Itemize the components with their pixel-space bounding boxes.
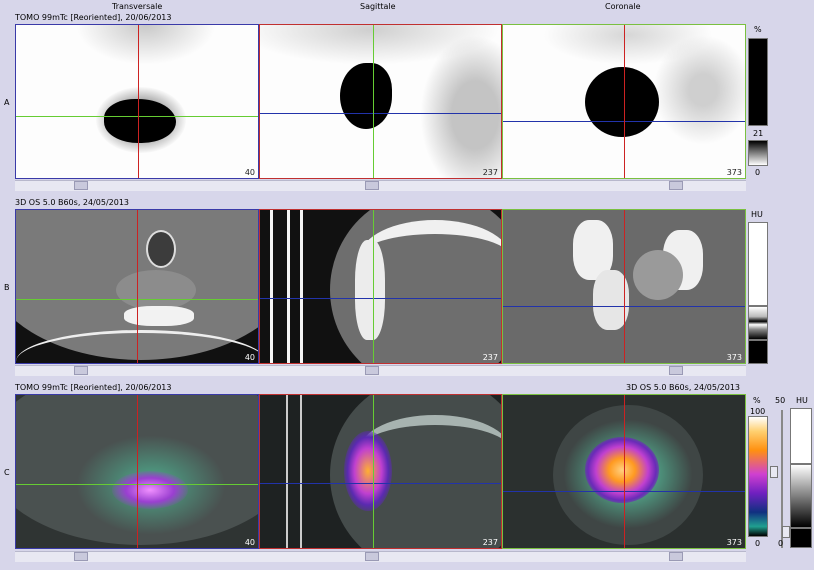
slice-index: 373 <box>726 538 742 547</box>
viewport-c-sagittal[interactable]: 237 <box>259 394 502 549</box>
scroll-thumb-a-sagittal[interactable] <box>365 181 379 190</box>
row-b-window-gradient <box>748 306 768 340</box>
scroll-thumb-c-transversal[interactable] <box>74 552 88 561</box>
column-header-sagittal: Sagittale <box>360 2 396 11</box>
viewport-b-coronal[interactable]: 373 <box>502 209 746 364</box>
slice-index: 40 <box>244 538 255 547</box>
slice-index: 40 <box>244 353 255 362</box>
scroll-thumb-c-sagittal[interactable] <box>365 552 379 561</box>
row-c-scale-min: 0 <box>755 539 761 548</box>
uptake-hotspot <box>340 63 392 129</box>
row-a-grayscale-bar <box>748 38 768 126</box>
scroll-thumb-c-coronal[interactable] <box>669 552 683 561</box>
row-c-slice-scrollbar[interactable] <box>15 551 746 562</box>
fusion-hotspot <box>112 471 188 509</box>
row-c-ct-window-bar <box>790 408 812 464</box>
scroll-thumb-b-sagittal[interactable] <box>365 366 379 375</box>
viewport-a-sagittal[interactable]: 237 <box>259 24 502 179</box>
viewport-b-sagittal[interactable]: 237 <box>259 209 502 364</box>
row-c-scale-max: 100 <box>750 407 766 416</box>
row-c-label: C <box>4 468 10 477</box>
slice-index: 373 <box>726 168 742 177</box>
row-a-scale-unit: % <box>754 25 762 34</box>
row-a-scale-min: 0 <box>755 168 761 177</box>
scroll-thumb-b-transversal[interactable] <box>74 366 88 375</box>
row-a-slice-scrollbar[interactable] <box>15 180 746 191</box>
row-c-ct-unit: HU <box>796 396 808 405</box>
row-c-ct-window-gradient <box>790 464 812 528</box>
row-c-scale-unit: % <box>753 396 761 405</box>
viewport-a-coronal[interactable]: 373 <box>502 24 746 179</box>
scroll-thumb-a-coronal[interactable] <box>669 181 683 190</box>
slice-index: 237 <box>482 538 498 547</box>
blend-slider-bottom-handle[interactable] <box>782 526 790 538</box>
blend-slider-value: 50 <box>775 396 786 405</box>
row-b-label: B <box>4 283 10 292</box>
scroll-thumb-b-coronal[interactable] <box>669 366 683 375</box>
row-c-series-right: 3D OS 5.0 B60s, 24/05/2013 <box>626 383 741 392</box>
blend-slider-handle[interactable] <box>770 466 778 478</box>
slice-index: 40 <box>244 168 255 177</box>
uptake-spot <box>76 25 216 65</box>
row-b-window-floor <box>748 340 768 364</box>
row-c-color-scale <box>748 416 768 537</box>
row-b-window-bar <box>748 222 768 306</box>
row-b-series-label: 3D OS 5.0 B60s, 24/05/2013 <box>15 198 130 207</box>
slice-index: 237 <box>482 353 498 362</box>
column-header-transversal: Transversale <box>112 2 163 11</box>
column-header-coronal: Coronale <box>605 2 641 11</box>
row-c-ct-window-floor <box>790 528 812 548</box>
viewport-c-transversal[interactable]: 40 <box>15 394 259 549</box>
viewport-c-coronal[interactable]: 373 <box>502 394 746 549</box>
row-b-scale-unit: HU <box>751 210 763 219</box>
slice-index: 373 <box>726 353 742 362</box>
row-a-label: A <box>4 98 10 107</box>
uptake-hotspot <box>585 67 659 137</box>
row-a-grayscale-gradient <box>748 140 768 166</box>
row-a-scale-value: 21 <box>753 129 764 138</box>
fusion-hotspot <box>585 437 659 503</box>
row-c-series-left: TOMO 99mTc [Reoriented], 20/06/2013 <box>15 383 172 392</box>
scroll-thumb-a-transversal[interactable] <box>74 181 88 190</box>
row-c-ct-min: 0 <box>778 539 784 548</box>
viewport-b-transversal[interactable]: 40 <box>15 209 259 364</box>
row-a-series-label: TOMO 99mTc [Reoriented], 20/06/2013 <box>15 13 172 22</box>
fusion-hotspot <box>344 431 392 511</box>
slice-index: 237 <box>482 168 498 177</box>
viewport-a-transversal[interactable]: 40 <box>15 24 259 179</box>
row-b-slice-scrollbar[interactable] <box>15 365 746 376</box>
